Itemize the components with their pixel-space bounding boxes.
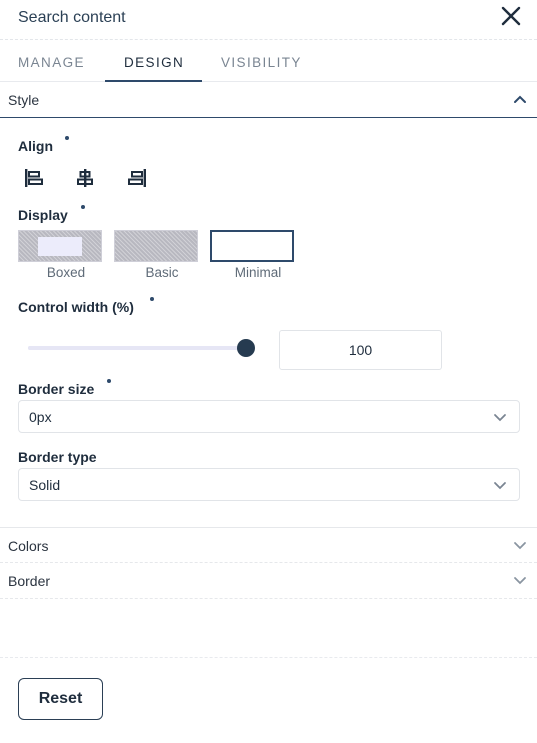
border-size-select[interactable]: 0px — [18, 400, 520, 433]
tab-bar: MANAGE DESIGN VISIBILITY — [0, 40, 537, 82]
section-style-label: Style — [8, 92, 40, 108]
chevron-down-icon — [494, 414, 506, 422]
section-border-label: Border — [8, 573, 51, 589]
display-option-basic[interactable] — [114, 230, 198, 262]
tab-visibility[interactable]: VISIBILITY — [221, 55, 302, 70]
control-width-slider-track[interactable] — [28, 346, 246, 350]
display-label: Display — [18, 207, 68, 223]
border-type-select[interactable]: Solid — [18, 468, 520, 501]
align-right-icon[interactable] — [127, 168, 147, 188]
control-width-slider-handle[interactable] — [237, 339, 255, 357]
chevron-down-icon — [494, 482, 506, 490]
display-caption-basic: Basic — [145, 265, 179, 280]
inherited-indicator-dot — [81, 205, 85, 209]
display-option-minimal[interactable] — [210, 230, 294, 262]
boxed-preview-inner — [38, 237, 82, 256]
section-border-header[interactable]: Border — [0, 563, 537, 599]
control-width-label: Control width (%) — [18, 299, 134, 315]
align-left-icon[interactable] — [24, 168, 44, 188]
control-width-input[interactable]: 100 — [279, 330, 442, 370]
border-type-value: Solid — [29, 477, 61, 493]
close-icon[interactable] — [500, 5, 522, 27]
panel-title: Search content — [18, 9, 126, 26]
section-style-header[interactable]: Style — [0, 82, 537, 118]
border-type-label: Border type — [18, 449, 97, 465]
align-center-icon[interactable] — [75, 168, 95, 188]
display-caption-minimal: Minimal — [234, 265, 282, 280]
tab-manage[interactable]: MANAGE — [18, 55, 85, 70]
reset-button[interactable]: Reset — [18, 678, 103, 720]
panel-header: Search content — [0, 0, 537, 40]
inherited-indicator-dot — [65, 136, 69, 140]
display-option-boxed[interactable] — [18, 230, 102, 262]
inherited-indicator-dot — [107, 379, 111, 383]
section-colors-header[interactable]: Colors — [0, 527, 537, 563]
align-label: Align — [18, 138, 53, 154]
control-width-slider-fill — [28, 346, 246, 350]
section-colors-label: Colors — [8, 538, 49, 554]
inherited-indicator-dot — [150, 297, 154, 301]
display-caption-boxed: Boxed — [46, 265, 86, 280]
tab-design[interactable]: DESIGN — [124, 55, 184, 70]
footer-divider — [0, 657, 537, 658]
border-size-value: 0px — [29, 409, 52, 425]
border-size-label: Border size — [18, 381, 95, 397]
chevron-down-icon — [514, 577, 526, 585]
chevron-down-icon — [514, 542, 526, 550]
chevron-up-icon — [514, 95, 526, 103]
